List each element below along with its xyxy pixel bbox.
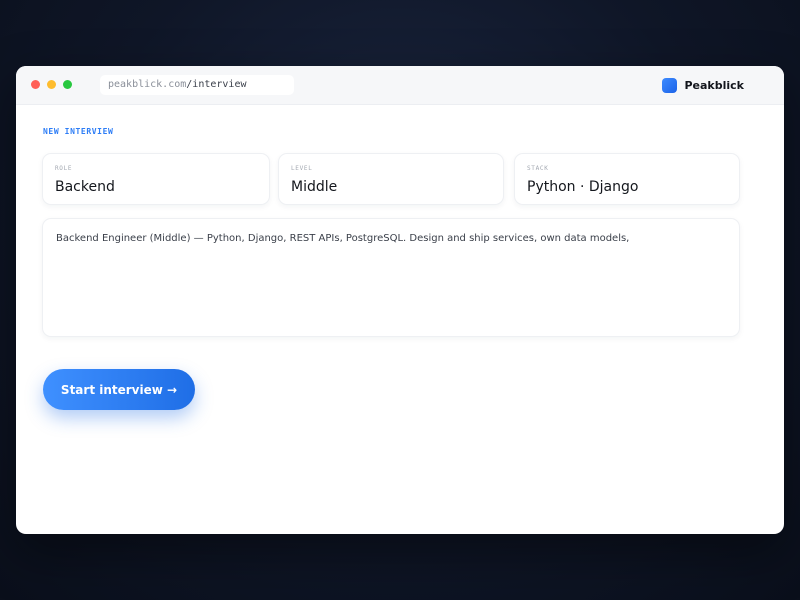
close-window-button[interactable] <box>31 80 40 89</box>
url-host: peakblick.com <box>108 79 187 90</box>
address-bar[interactable]: peakblick.com/interview <box>100 75 294 95</box>
brand-name: Peakblick <box>684 78 744 92</box>
level-field-value[interactable]: Middle <box>291 179 491 195</box>
peakblick-logo-icon <box>662 77 678 93</box>
role-field[interactable]: ROLE Backend <box>42 153 270 205</box>
role-field-value[interactable]: Backend <box>55 179 257 195</box>
section-label: NEW INTERVIEW <box>43 127 114 136</box>
role-field-label: ROLE <box>55 165 73 172</box>
minimize-window-button[interactable] <box>47 80 56 89</box>
level-field[interactable]: LEVEL Middle <box>278 153 504 205</box>
brand[interactable]: Peakblick <box>662 77 744 93</box>
stack-field-label: STACK <box>527 165 549 172</box>
start-interview-button[interactable]: Start interview → <box>43 369 195 410</box>
browser-window: peakblick.com/interview Peakblick NEW IN… <box>16 66 784 534</box>
stack-field[interactable]: STACK Python · Django <box>514 153 740 205</box>
browser-titlebar: peakblick.com/interview Peakblick <box>16 66 784 105</box>
stack-field-value[interactable]: Python · Django <box>527 179 727 195</box>
url-path: /interview <box>186 79 247 90</box>
maximize-window-button[interactable] <box>63 80 72 89</box>
level-field-label: LEVEL <box>291 165 313 172</box>
job-description-textarea[interactable]: Backend Engineer (Middle) — Python, Djan… <box>42 218 740 337</box>
